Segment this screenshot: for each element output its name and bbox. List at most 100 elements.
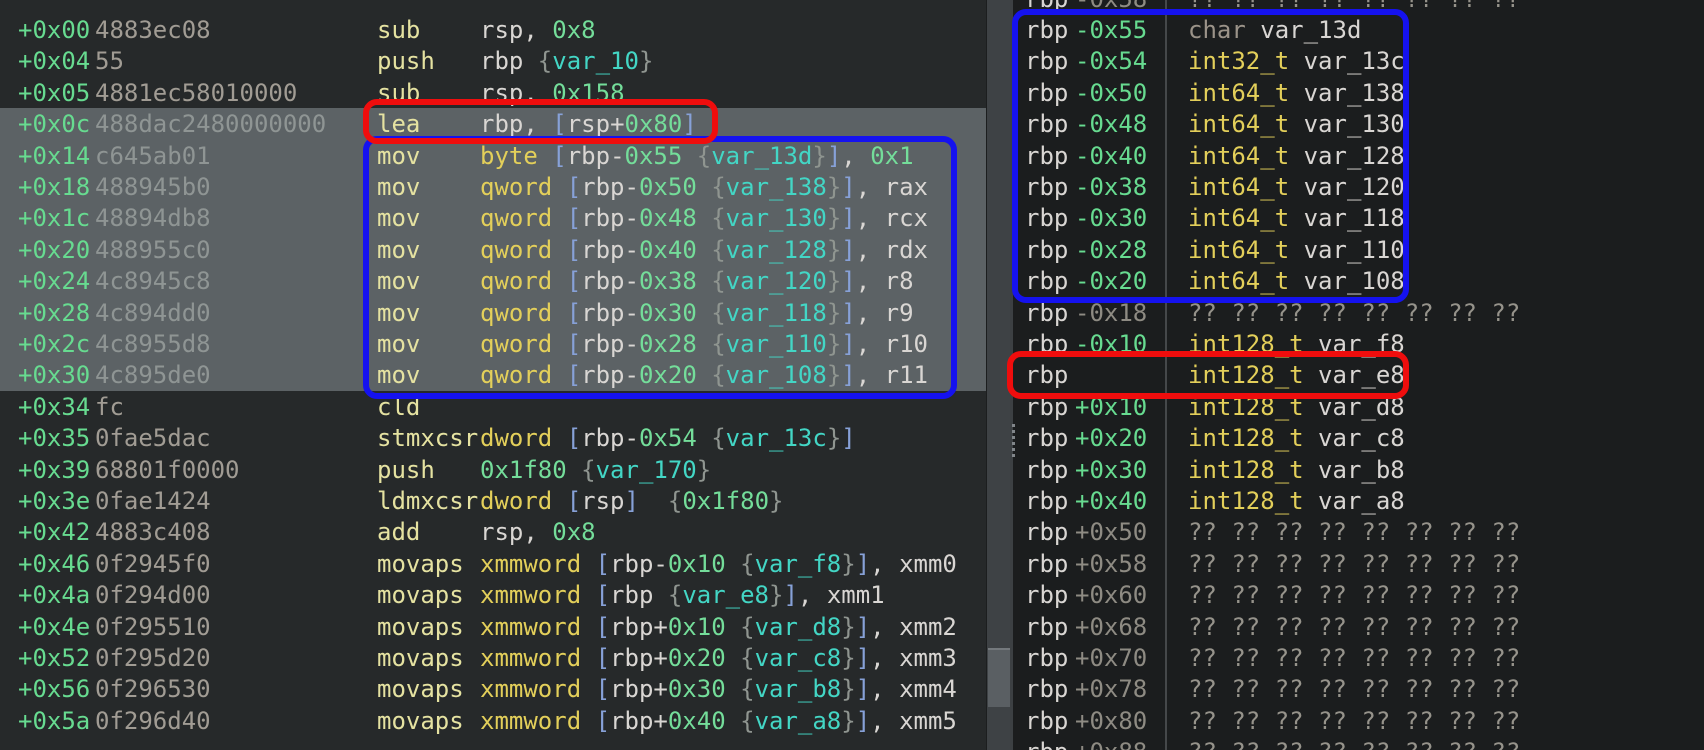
stack-register-label: rbp [1025,16,1069,44]
operand-token: xmm1 [826,581,885,610]
operand-token: var_13c [725,424,827,453]
operand-token: + [653,644,668,672]
operand-token [726,675,740,703]
disasm-row[interactable]: +0x56 0f296530 movaps xmmword [rbp+0x30 {va… [0,673,986,705]
instruction-mnemonic: sub [377,16,421,44]
disasm-row[interactable]: +0x4e 0f295510 movaps xmmword [rbp+0x10 {va… [0,611,986,643]
disasm-row[interactable]: +0x52 0f295d20 movaps xmmword [rbp+0x20 {va… [0,642,986,674]
operand-token: rbp [480,47,538,76]
stack-row[interactable]: rbp -0x50 int64_t var_138 [1013,77,1704,109]
operand-token: var_c8 [754,644,842,672]
disasm-row[interactable]: +0x3e 0fae1424 ldmxcsr dword [rsp] {0x1f80} [0,485,986,517]
disasm-row[interactable]: +0x0c 488dac2480000000 lea rbp, [rsp+0x80] [0,108,986,141]
stack-variable: int128_t var_f8 [1188,328,1405,360]
operand-token: } [841,612,856,641]
operand-token: 0x158 [552,78,625,107]
operand-token: xmm2 [899,612,957,641]
instruction-offset: +0x0c [18,110,91,139]
stack-register-label: rbp [1025,706,1069,735]
stack-row[interactable]: rbp +0x70 ?? ?? ?? ?? ?? ?? ?? ?? [1013,642,1704,674]
stack-row[interactable]: rbp -0x48 int64_t var_130 [1013,108,1704,140]
pane-splitter-grip-icon[interactable] [1009,424,1017,458]
stack-row[interactable]: rbp +0x80 ?? ?? ?? ?? ?? ?? ?? ?? [1013,705,1704,737]
scrollbar-thumb[interactable] [988,648,1010,707]
disasm-row[interactable]: +0x2c 4c8955d8 mov qword [rbp-0x28 {var_110… [0,328,986,360]
stack-row[interactable]: rbp +0x30 int128_t var_b8 [1013,454,1704,486]
instruction-operands: qword [rbp-0x50 {var_138}], rax [480,171,928,203]
stack-row[interactable]: rbp +0x58 ?? ?? ?? ?? ?? ?? ?? ?? [1013,548,1704,580]
disasm-row[interactable]: +0x4a 0f294d00 movaps xmmword [rbp {var_e8}… [0,579,986,611]
operand-token: - [624,424,639,453]
stack-row[interactable]: rbp +0x40 int128_t var_a8 [1013,485,1704,517]
disasm-row[interactable]: +0x42 4883c408 add rsp, 0x8 [0,516,986,548]
stack-row[interactable]: rbp -0x58 ?? ?? ?? ?? ?? ?? ?? ?? [1013,0,1704,15]
instruction-operands: xmmword [rbp+0x30 {var_b8}], xmm4 [480,673,957,705]
stack-row[interactable]: rbp -0x30 int64_t var_118 [1013,202,1704,234]
disasm-row[interactable]: +0x35 0fae5dac stmxcsr dword [rbp-0x54 {var… [0,422,986,454]
variable-name: var_128 [1303,141,1405,170]
disassembly-panel: +0x00 4883ec08 sub rsp, 0x8 +0x04 55 push rbp {… [0,0,986,750]
operand-token: rbp [581,330,625,358]
operand-token [697,330,711,358]
stack-row[interactable]: rbp +0x20 int128_t var_c8 [1013,422,1704,454]
stack-row[interactable]: rbp -0x28 int64_t var_110 [1013,234,1704,266]
disasm-row[interactable]: +0x24 4c8945c8 mov qword [rbp-0x38 {var_120… [0,265,986,298]
disasm-row[interactable]: +0x39 68801f0000 push 0x1f80 {var_170} [0,454,986,486]
stack-row[interactable]: rbp -0x54 int32_t var_13c [1013,45,1704,77]
instruction-mnemonic: push [377,47,435,76]
stack-offset: +0x60 [1075,581,1148,610]
stack-row[interactable]: rbp -0x10 int128_t var_f8 [1013,328,1704,360]
operand-token: var_108 [725,361,827,390]
disasm-row[interactable]: +0x00 4883ec08 sub rsp, 0x8 [0,14,986,46]
operand-token: + [610,110,625,139]
instruction-mnemonic: add [377,518,421,547]
disasm-row[interactable]: +0x1c 48894db8 mov qword [rbp-0x48 {var_130… [0,202,986,235]
operand-token: rbp [581,361,625,390]
disasm-row[interactable]: +0x5a 0f296d40 movaps xmmword [rbp+0x40 {va… [0,705,986,737]
stack-row[interactable]: rbp +0x10 int128_t var_d8 [1013,391,1704,423]
operand-token: var_110 [725,330,827,358]
operand-token: [ [595,581,611,610]
operand-token [697,361,711,389]
operand-token: [ [595,644,611,672]
disasm-row[interactable]: +0x20 488955c0 mov qword [rbp-0x40 {var_128… [0,233,986,266]
disasm-row[interactable]: +0x05 4881ec58010000 sub rsp, 0x158 [0,77,986,109]
operand-token: - [624,361,639,390]
operand-token: { [711,204,726,233]
operand-token: + [653,675,668,704]
operand-token: ] [841,235,856,264]
stack-row[interactable]: rbp +0x88 ?? ?? ?? ?? ?? ?? ?? ?? [1013,736,1704,750]
stack-row[interactable]: rbp -0x55 char var_13d [1013,14,1704,46]
operand-token: , [870,612,900,641]
instruction-mnemonic: movaps [377,581,464,610]
disasm-row[interactable]: +0x18 488945b0 mov qword [rbp-0x50 {var_138… [0,171,986,203]
disasm-row[interactable]: +0x28 4c894dd0 mov qword [rbp-0x30 {var_118… [0,296,986,329]
unknown-bytes-text: ?? ?? ?? ?? ?? ?? ?? ?? [1188,518,1521,547]
operand-token: , [870,706,900,735]
stack-row[interactable]: rbp -0x38 int64_t var_120 [1013,171,1704,203]
disasm-row[interactable]: +0x14 c645ab01 mov byte [rbp-0x55 {var_13d}… [0,139,986,172]
stack-unknown-bytes: ?? ?? ?? ?? ?? ?? ?? ?? [1188,736,1520,750]
vertical-scrollbar[interactable] [986,0,1011,750]
stack-row[interactable]: rbp +0x50 ?? ?? ?? ?? ?? ?? ?? ?? [1013,516,1704,548]
stack-row[interactable]: rbp +0x60 ?? ?? ?? ?? ?? ?? ?? ?? [1013,579,1704,611]
operand-token [697,299,711,327]
instruction-bytes: 48894db8 [95,204,211,233]
stack-row[interactable]: rbp -0x40 int64_t var_128 [1013,140,1704,172]
operand-token: , [797,581,827,610]
operand-token: rbp [610,644,654,672]
disasm-row[interactable]: +0x34 fc cld [0,391,986,423]
stack-row[interactable]: rbp +0x78 ?? ?? ?? ?? ?? ?? ?? ?? [1013,673,1704,705]
stack-register-label: rbp [1025,173,1069,201]
stack-row[interactable]: rbp int128_t var_e8 [1013,359,1704,391]
disasm-row[interactable]: +0x46 0f2945f0 movaps xmmword [rbp-0x10 {va… [0,548,986,580]
disasm-row[interactable]: +0x30 4c895de0 mov qword [rbp-0x20 {var_108… [0,359,986,392]
operand-token: 0x10 [667,549,726,578]
stack-row[interactable]: rbp +0x68 ?? ?? ?? ?? ?? ?? ?? ?? [1013,611,1704,643]
operand-token: rsp [480,16,524,44]
disasm-row[interactable]: +0x04 55 push rbp {var_10} [0,45,986,77]
stack-row[interactable]: rbp -0x18 ?? ?? ?? ?? ?? ?? ?? ?? [1013,297,1704,329]
stack-row[interactable]: rbp -0x20 int64_t var_108 [1013,265,1704,297]
stack-unknown-bytes: ?? ?? ?? ?? ?? ?? ?? ?? [1188,579,1520,611]
operand-token: 0x8 [552,518,596,547]
